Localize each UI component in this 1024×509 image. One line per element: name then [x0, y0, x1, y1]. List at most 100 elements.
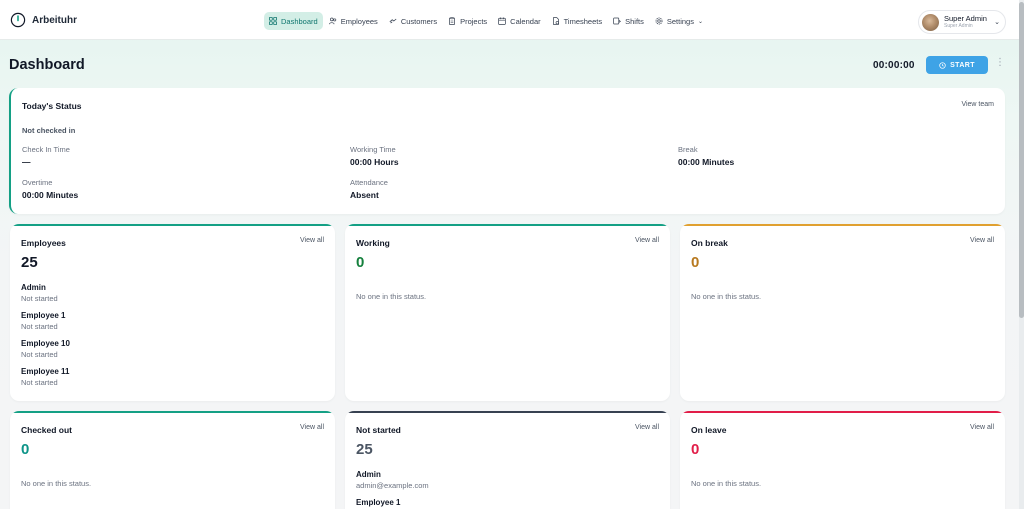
card-count: 25 — [356, 441, 373, 458]
check-in-time-field: Check In Time — — [22, 145, 70, 167]
on-break-card: On break View all 0 No one in this statu… — [680, 224, 1005, 401]
field-label: Break — [678, 145, 698, 154]
start-button[interactable]: START — [926, 56, 988, 74]
nav-item-dashboard[interactable]: Dashboard — [264, 12, 323, 30]
shifts-icon — [613, 17, 622, 25]
main-nav: Dashboard Employees Customers Projects C… — [264, 12, 709, 30]
card-accent-line — [10, 411, 335, 413]
attendance-field: Attendance Absent — [350, 178, 388, 200]
employee-status: Not started — [21, 322, 58, 331]
scrollbar-thumb[interactable] — [1019, 2, 1024, 318]
more-options-icon[interactable]: ⋮ — [995, 58, 1005, 68]
working-card: Working View all 0 No one in this status… — [345, 224, 670, 401]
field-label: Check In Time — [22, 145, 70, 154]
user-menu[interactable]: Super Admin Super Admin ⌄ — [918, 10, 1006, 34]
brand-name: Arbeituhr — [32, 14, 77, 26]
field-value: Absent — [350, 190, 379, 200]
gear-icon — [655, 17, 663, 25]
view-all-link[interactable]: View all — [635, 237, 659, 244]
field-value: 00:00 Minutes — [678, 157, 735, 167]
handshake-icon — [389, 18, 397, 24]
empty-state-text: No one in this status. — [21, 479, 92, 488]
calendar-icon — [498, 17, 506, 25]
empty-state-text: No one in this status. — [356, 292, 427, 301]
list-item[interactable]: Employee 11 Not started — [21, 367, 70, 395]
card-accent-line — [10, 224, 335, 226]
employee-status: Not started — [21, 350, 58, 359]
card-count: 0 — [356, 254, 365, 271]
card-title: On break — [691, 238, 728, 248]
card-title: Employees — [21, 238, 66, 248]
field-label: Working Time — [350, 145, 396, 154]
timesheet-icon — [552, 17, 559, 25]
status-card-title: Today's Status — [22, 101, 82, 111]
card-accent-line — [345, 224, 670, 226]
clock-logo-icon — [10, 12, 26, 28]
users-icon — [328, 17, 336, 25]
user-name: Super Admin — [944, 14, 987, 24]
nav-item-shifts[interactable]: Shifts — [608, 12, 649, 30]
todays-status-card: Today's Status View team Not checked in … — [9, 88, 1005, 214]
page-title: Dashboard — [9, 57, 85, 73]
avatar — [922, 13, 939, 31]
nav-label: Projects — [460, 16, 488, 26]
chevron-down-icon: ⌄ — [697, 18, 704, 25]
card-accent-line — [680, 224, 1005, 226]
nav-item-employees[interactable]: Employees — [324, 12, 383, 30]
top-navbar: Arbeituhr Dashboard Employees Customers … — [0, 0, 1020, 40]
nav-item-customers[interactable]: Customers — [384, 12, 442, 30]
employee-status: Not started — [21, 294, 58, 303]
card-title: Checked out — [21, 425, 73, 435]
employee-name: Employee 1 — [356, 498, 401, 507]
working-time-field: Working Time 00:00 Hours — [350, 145, 399, 167]
card-count: 0 — [21, 441, 30, 458]
nav-item-calendar[interactable]: Calendar — [493, 12, 545, 30]
checked-out-card: Checked out View all 0 No one in this st… — [10, 411, 335, 509]
nav-item-timesheets[interactable]: Timesheets — [547, 12, 608, 30]
view-all-link[interactable]: View all — [635, 424, 659, 431]
list-item[interactable]: Admin admin@example.com — [356, 470, 429, 498]
nav-label: Calendar — [510, 16, 541, 26]
view-all-link[interactable]: View all — [300, 237, 324, 244]
nav-label: Customers — [400, 16, 438, 26]
break-field: Break 00:00 Minutes — [678, 145, 734, 167]
view-all-link[interactable]: View all — [300, 424, 324, 431]
start-button-label: START — [950, 61, 975, 69]
list-item[interactable]: Employee 1 — [356, 498, 429, 509]
field-value: 00:00 Hours — [350, 157, 399, 167]
nav-label: Shifts — [625, 16, 644, 26]
field-label: Overtime — [22, 178, 53, 187]
card-count: 25 — [21, 254, 38, 271]
card-accent-line — [345, 411, 670, 413]
list-item[interactable]: Admin Not started — [21, 283, 70, 311]
employee-name: Employee 11 — [21, 367, 70, 376]
list-item[interactable]: Employee 10 Not started — [21, 339, 70, 367]
employees-card: Employees View all 25 Admin Not started … — [10, 224, 335, 401]
employee-name: Admin — [21, 283, 46, 292]
nav-label: Dashboard — [281, 16, 318, 26]
empty-state-text: No one in this status. — [691, 292, 762, 301]
nav-item-projects[interactable]: Projects — [443, 12, 492, 30]
employee-list: Admin admin@example.com Employee 1 — [356, 470, 429, 509]
card-count: 0 — [691, 441, 700, 458]
user-role: Super Admin — [944, 22, 973, 29]
list-item[interactable]: Employee 1 Not started — [21, 311, 70, 339]
card-title: Working — [356, 238, 390, 248]
card-title: Not started — [356, 425, 401, 435]
brand[interactable]: Arbeituhr — [10, 12, 77, 28]
nav-label: Settings — [666, 16, 694, 26]
nav-label: Timesheets — [563, 16, 603, 26]
view-team-link[interactable]: View team — [961, 101, 994, 108]
nav-label: Employees — [340, 16, 378, 26]
nav-item-settings[interactable]: Settings ⌄ — [650, 12, 708, 30]
field-value: — — [22, 157, 31, 167]
employee-name: Admin — [356, 470, 381, 479]
empty-state-text: No one in this status. — [691, 479, 762, 488]
on-leave-card: On leave View all 0 No one in this statu… — [680, 411, 1005, 509]
card-count: 0 — [691, 254, 700, 271]
view-all-link[interactable]: View all — [970, 237, 994, 244]
view-all-link[interactable]: View all — [970, 424, 994, 431]
employee-name: Employee 1 — [21, 311, 66, 320]
page-scrollbar[interactable] — [1019, 0, 1024, 509]
employee-name: Employee 10 — [21, 339, 70, 348]
